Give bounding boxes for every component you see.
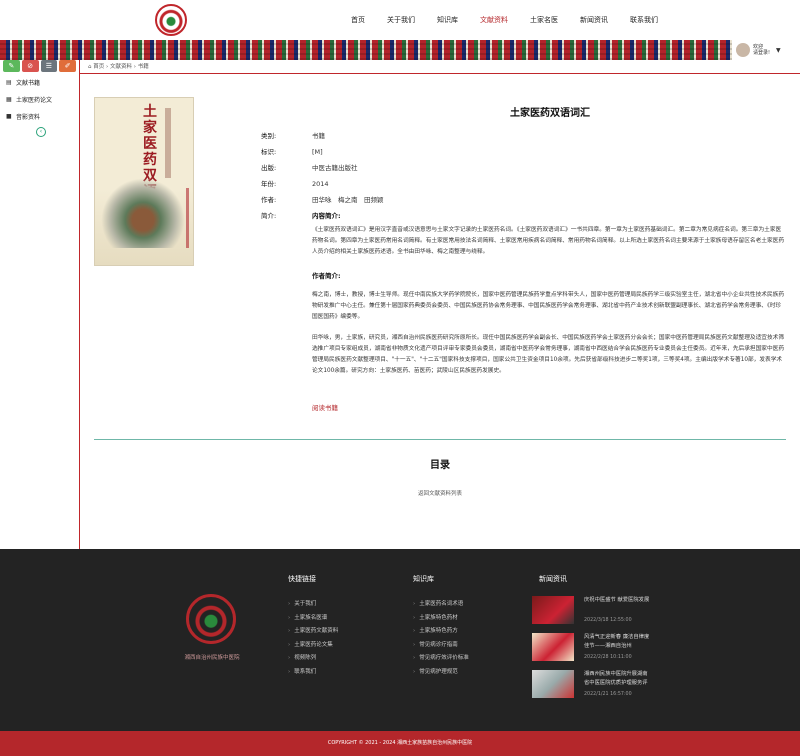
collapse-sidebar-icon[interactable]: ‹	[36, 127, 46, 137]
news-title: 湘西州民族中医院升展湖南省中医医院优质护理服务评	[584, 671, 648, 686]
news-item[interactable]: 庆祝中医盛节 献爱医院发展 2022/3/18 12:55:00	[532, 596, 652, 628]
footer-col-title: 知识库	[413, 575, 434, 583]
sidebar-item-books[interactable]: ▤ 文献书籍	[6, 75, 79, 89]
author-bio-2: 田华咏，男，土家族，研究员，湘西自治州民族医药研究所原所长。现任中国民族医药学会…	[312, 335, 785, 374]
news-date: 2022/2/28 10:11:00	[584, 655, 632, 660]
breadcrumb-literature[interactable]: 文献资料	[110, 64, 132, 70]
nav-knowledge[interactable]: 知识库	[426, 13, 469, 27]
meta-key: 年份:	[261, 180, 277, 188]
news-thumbnail	[532, 633, 574, 661]
footer-link[interactable]: 土家医药名词术语	[413, 598, 469, 612]
footer-logo	[186, 594, 236, 644]
footer-link[interactable]: 联系我们	[288, 666, 338, 680]
sidebar: ✎ ⊘ ☰ ✐ ▤ 文献书籍 ▦ 土家医药论文 ■ 音影资料 ‹	[0, 60, 80, 549]
footer-col-title: 新闻资讯	[539, 575, 567, 583]
meta-value: 内容简介:	[312, 212, 341, 220]
footer-link[interactable]: 关于我们	[288, 598, 338, 612]
ban-icon[interactable]: ⊘	[21, 60, 39, 72]
home-icon: ⌂	[88, 64, 92, 70]
meta-value: [M]	[312, 148, 323, 156]
avatar	[736, 43, 750, 57]
news-item[interactable]: 风清气正迎新春 廉洁自律度佳节——湘西自治州 2022/2/28 10:11:0…	[532, 633, 652, 665]
footer-quick-links: 快捷链接 关于我们 土家族名医谱 土家医药文献资料 土家医药论文集 视频陈列 联…	[288, 574, 338, 679]
nav-literature[interactable]: 文献资料	[469, 13, 519, 27]
news-item[interactable]: 湘西州民族中医院升展湖南省中医医院优质护理服务评 2022/1/21 16:57…	[532, 670, 652, 702]
copyright: COPYRIGHT © 2021 - 2024 湘西土家族苗族自治州民族中医院	[0, 731, 800, 756]
meta-value: 田华咏 梅之南 田频颖	[312, 196, 384, 204]
video-icon: ■	[6, 112, 12, 120]
meta-key: 标识:	[261, 148, 277, 156]
cover-illustration	[101, 178, 185, 248]
document-icon: ▦	[6, 95, 12, 103]
news-date: 2022/3/18 12:55:00	[584, 618, 632, 623]
nav-doctors[interactable]: 土家名医	[519, 13, 569, 27]
sidebar-item-label: 音影资料	[16, 113, 41, 121]
meta-key: 简介:	[261, 212, 277, 220]
breadcrumb-current: 书籍	[137, 64, 149, 70]
user-menu[interactable]: 欢迎 请登录! ▼	[732, 40, 800, 60]
nav-about[interactable]: 关于我们	[376, 13, 426, 27]
meta-key: 出版:	[261, 164, 277, 172]
sidebar-item-papers[interactable]: ▦ 土家医药论文	[6, 92, 79, 106]
footer-news: 新闻资讯	[539, 574, 567, 598]
breadcrumb: ⌂ 首页 › 文献资料 › 书籍	[80, 60, 800, 74]
author-bio-1: 梅之南，博士，教授，博士生导师。现任中南民族大学药学院院长，国家中医药管理民族药…	[312, 292, 785, 320]
sidebar-item-label: 文献书籍	[16, 79, 41, 87]
footer-link[interactable]: 常见病疗效评价标准	[413, 652, 469, 666]
meta-value: 中医古籍出版社	[312, 164, 358, 172]
nav-news[interactable]: 新闻资讯	[569, 13, 619, 27]
nav-contact[interactable]: 联系我们	[619, 13, 669, 27]
book-cover: 土家医药双语词汇	[94, 97, 194, 266]
book-meta: 类别: 书籍 标识: [M] 出版: 中医古籍出版社 年份: 2014 作者: 田华咏 梅…	[261, 128, 384, 224]
tag-icon[interactable]: ✎	[3, 60, 20, 72]
list-icon[interactable]: ☰	[40, 60, 58, 72]
footer-link[interactable]: 土家族名医谱	[288, 612, 338, 626]
edit-icon[interactable]: ✐	[59, 60, 76, 72]
footer-link[interactable]: 土家医药论文集	[288, 639, 338, 653]
book-title: 土家医药双语词汇	[510, 108, 590, 119]
news-title: 风清气正迎新春 廉洁自律度佳节——湘西自治州	[584, 634, 650, 649]
chevron-down-icon[interactable]: ▼	[776, 47, 781, 54]
footer-link[interactable]: 常见病护理规范	[413, 666, 469, 680]
divider	[94, 439, 786, 440]
meta-key: 作者:	[261, 196, 277, 204]
footer-col-title: 快捷链接	[288, 575, 316, 583]
breadcrumb-home[interactable]: 首页	[93, 64, 104, 70]
footer-link[interactable]: 常见病诊疗指南	[413, 639, 469, 653]
news-thumbnail	[532, 596, 574, 624]
toc-title: 目录	[430, 460, 450, 471]
news-thumbnail	[532, 670, 574, 698]
meta-value: 2014	[312, 180, 329, 188]
footer-link[interactable]: 视频陈列	[288, 652, 338, 666]
news-title: 庆祝中医盛节 献爱医院发展	[584, 597, 650, 603]
back-to-list-link[interactable]: 返回文献资料列表	[400, 489, 480, 497]
news-date: 2022/1/21 16:57:00	[584, 692, 632, 697]
hospital-logo[interactable]	[155, 4, 187, 36]
footer-link[interactable]: 土家族特色药材	[413, 612, 469, 626]
footer-link[interactable]: 土家族特色药方	[413, 625, 469, 639]
book-icon: ▤	[6, 78, 12, 86]
top-header: 首页 关于我们 知识库 文献资料 土家名医 新闻资讯 联系我们	[0, 0, 800, 40]
footer: 湘西自治州民族中医院 快捷链接 关于我们 土家族名医谱 土家医药文献资料 土家医…	[0, 549, 800, 731]
footer-link[interactable]: 土家医药文献资料	[288, 625, 338, 639]
login-link[interactable]: 请登录!	[753, 50, 770, 56]
meta-key: 类别:	[261, 132, 277, 140]
book-intro: 《土家医药双语词汇》是用汉字直音或汉语意思与土家文字记录的土家医药名词。《土家医…	[312, 227, 785, 255]
main-nav: 首页 关于我们 知识库 文献资料 土家名医 新闻资讯 联系我们	[340, 13, 669, 27]
ethnic-pattern-banner	[0, 40, 800, 60]
author-heading: 作者简介:	[312, 272, 341, 280]
read-book-link[interactable]: 阅读书籍	[312, 402, 338, 412]
footer-logo-text: 湘西自治州民族中医院	[184, 655, 240, 661]
footer-knowledge-links: 知识库 土家医药名词术语 土家族特色药材 土家族特色药方 常见病诊疗指南 常见病…	[413, 574, 469, 679]
sidebar-item-video[interactable]: ■ 音影资料	[6, 109, 79, 123]
meta-value: 书籍	[312, 132, 325, 140]
nav-home[interactable]: 首页	[340, 13, 376, 27]
sidebar-toolbar: ✎ ⊘ ☰ ✐	[0, 60, 79, 72]
sidebar-item-label: 土家医药论文	[16, 96, 53, 104]
